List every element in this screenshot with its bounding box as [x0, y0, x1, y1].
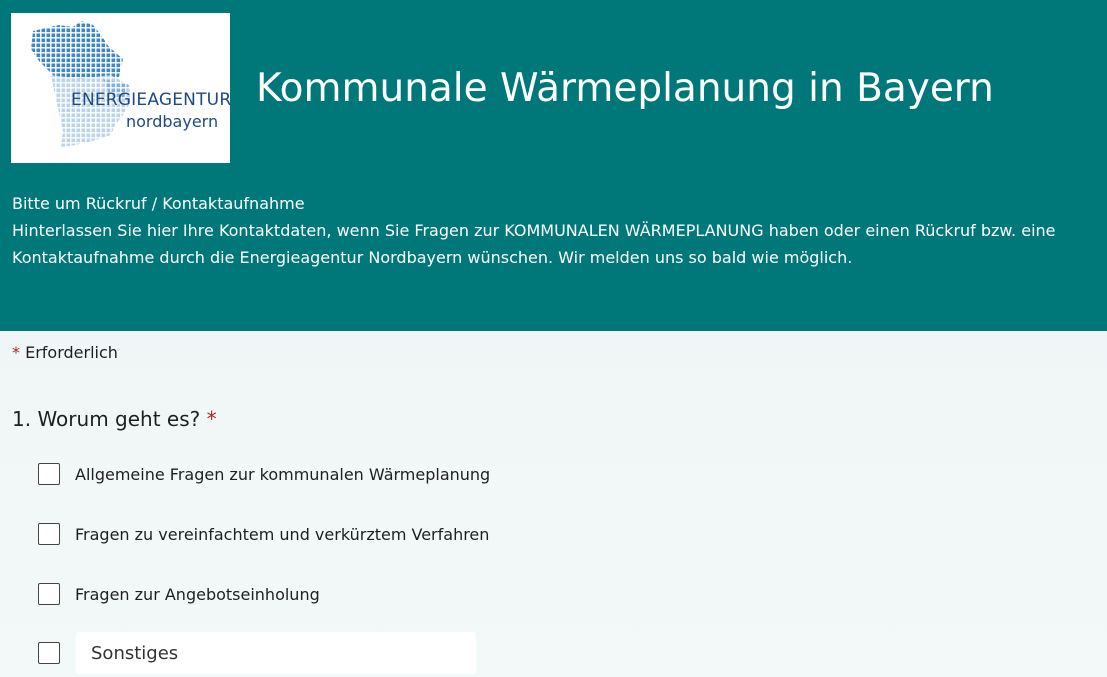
question-number: 1. — [12, 407, 32, 431]
logo-text-nordbayern: nordbayern — [126, 112, 219, 131]
description-line-2: Kontaktaufnahme durch die Energieagentur… — [12, 248, 853, 267]
page-title: Kommunale Wärmeplanung in Bayern — [256, 66, 994, 111]
checkbox-empty-icon[interactable] — [38, 463, 60, 485]
checkbox-empty-icon[interactable] — [38, 583, 60, 605]
checkbox-empty-icon[interactable] — [38, 523, 60, 545]
option-allgemeine-fragen[interactable]: Allgemeine Fragen zur kommunalen Wärmepl… — [38, 460, 490, 488]
checkbox-empty-icon[interactable] — [38, 642, 60, 664]
option-angebotseinholung[interactable]: Fragen zur Angebotseinholung — [38, 580, 320, 608]
required-asterisk: * — [12, 343, 20, 362]
question-required-asterisk: * — [206, 407, 217, 431]
form-description: Bitte um Rückruf / Kontaktaufnahme Hinte… — [12, 190, 1104, 271]
option-sonstiges[interactable] — [38, 639, 60, 667]
form-subtitle: Bitte um Rückruf / Kontaktaufnahme — [12, 194, 305, 213]
option-label: Fragen zur Angebotseinholung — [75, 584, 320, 604]
logo-text-energieagentur: ENERGIEAGENTUR — [71, 90, 232, 110]
energieagentur-logo: ENERGIEAGENTUR nordbayern — [11, 13, 232, 163]
required-label: Erforderlich — [25, 343, 118, 362]
option-label: Allgemeine Fragen zur kommunalen Wärmepl… — [75, 464, 491, 484]
required-note: * Erforderlich — [12, 343, 118, 362]
other-text-input[interactable] — [76, 632, 476, 674]
bavaria-map-icon — [31, 21, 131, 147]
description-line-1: Hinterlassen Sie hier Ihre Kontaktdaten,… — [12, 221, 1056, 240]
question-1-title: 1. Worum geht es? * — [12, 407, 217, 431]
option-label: Fragen zu vereinfachtem und verkürztem V… — [75, 524, 490, 544]
option-vereinfachtes-verfahren[interactable]: Fragen zu vereinfachtem und verkürztem V… — [38, 520, 489, 548]
form-header: ENERGIEAGENTUR nordbayern Kommunale Wärm… — [0, 0, 1107, 331]
question-text: Worum geht es? — [37, 407, 201, 431]
